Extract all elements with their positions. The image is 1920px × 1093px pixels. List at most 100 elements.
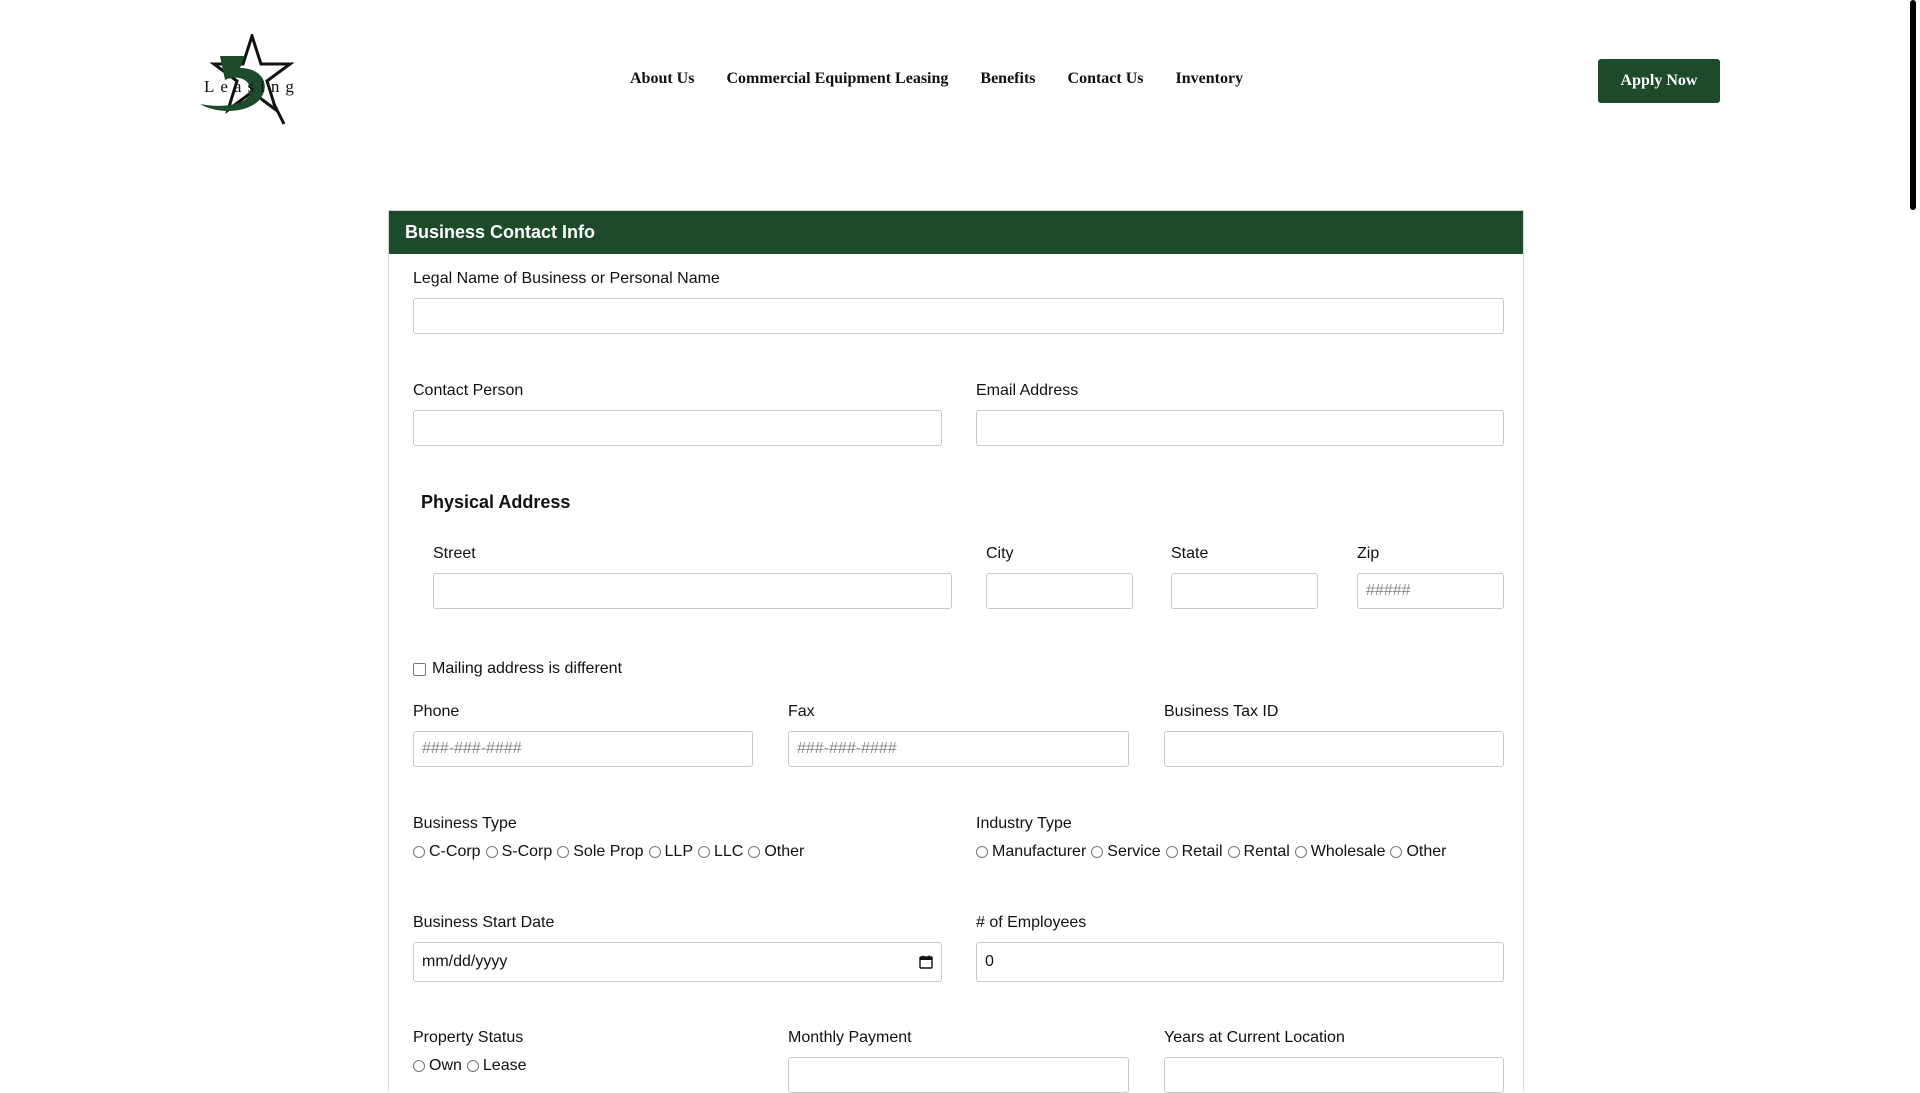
physical-address-title: Physical Address [421,492,571,512]
property-status-option[interactable]: Lease [466,1057,527,1075]
industry-type-option[interactable]: Retail [1165,843,1223,861]
radio-service[interactable] [1091,846,1104,858]
page-scrollbar[interactable] [1900,0,1920,1080]
tax-id-field: Business Tax ID [1164,703,1504,767]
industry-type-option[interactable]: Rental [1227,843,1290,861]
main-nav: About Us Commercial Equipment Leasing Be… [630,70,1275,88]
contact-person-field: Contact Person [413,382,942,446]
email-input[interactable] [976,410,1504,446]
radio-rental[interactable] [1227,846,1240,858]
property-status-options: Own Lease [413,1057,753,1075]
radio-s-corp[interactable] [485,846,498,858]
start-date-field: Business Start Date mm/dd/yyyy [413,914,942,982]
contact-person-input[interactable] [413,410,942,446]
radio-own[interactable] [413,1060,425,1072]
years-location-label: Years at Current Location [1164,1029,1345,1046]
five-star-leasing-logo[interactable]: Leasing [190,34,315,126]
business-type-option[interactable]: LLC [697,843,744,861]
radio-c-corp[interactable] [413,846,425,858]
radio-retail[interactable] [1165,846,1178,858]
option-label: LLC [713,843,744,860]
phone-input[interactable]: ###-###-#### [413,731,753,767]
nav-commercial-equipment-leasing[interactable]: Commercial Equipment Leasing [726,70,948,88]
legal-name-input[interactable] [413,298,1504,334]
option-label: S-Corp [501,843,553,860]
city-field: City [986,545,1133,609]
option-label: LLP [664,843,693,860]
nav-contact-us[interactable]: Contact Us [1068,70,1144,88]
zip-placeholder: ##### [1366,582,1411,599]
option-label: Other [1406,843,1447,860]
fax-label: Fax [788,703,815,720]
nav-about-us[interactable]: About Us [630,70,694,88]
street-input[interactable] [433,573,952,609]
street-field: Street [433,545,952,609]
radio-lease[interactable] [466,1060,479,1072]
radio-wholesale[interactable] [1294,846,1307,858]
fax-input[interactable]: ###-###-#### [788,731,1129,767]
business-type-option[interactable]: LLP [648,843,693,861]
city-label: City [986,545,1014,562]
option-label: Sole Prop [573,843,644,860]
section-header: Business Contact Info [389,211,1523,254]
site-header: Leasing About Us Commercial Equipment Le… [0,0,1900,160]
mailing-different-row: Mailing address is different [413,660,622,678]
industry-type-option[interactable]: Manufacturer [976,843,1086,861]
application-form: Business Contact Info Legal Name of Busi… [388,210,1524,1093]
option-label: Retail [1181,843,1223,860]
mailing-different-checkbox[interactable] [413,662,426,676]
zip-input[interactable]: ##### [1357,573,1504,609]
start-date-label: Business Start Date [413,914,555,931]
years-location-field: Years at Current Location [1164,1029,1504,1093]
monthly-payment-label: Monthly Payment [788,1029,912,1046]
phone-label: Phone [413,703,460,720]
start-date-placeholder: mm/dd/yyyy [422,953,508,970]
radio-llp[interactable] [648,846,661,858]
fax-field: Fax ###-###-#### [788,703,1129,767]
business-type-option[interactable]: C-Corp [413,843,481,861]
years-location-input[interactable] [1164,1057,1504,1093]
employees-field: # of Employees 0 [976,914,1504,982]
tax-id-input[interactable] [1164,731,1504,767]
industry-type-option[interactable]: Wholesale [1294,843,1385,861]
state-label: State [1171,545,1209,562]
business-type-option[interactable]: S-Corp [485,843,553,861]
radio-llc[interactable] [697,846,710,858]
radio-sole-prop[interactable] [557,846,570,858]
radio-manufacturer[interactable] [976,846,988,858]
business-type-option[interactable]: Other [748,843,804,861]
start-date-input[interactable]: mm/dd/yyyy [413,942,942,982]
business-type-options: C-Corp S-Corp Sole Prop LLP LLC Other [413,843,942,861]
property-status-field: Property Status Own Lease [413,1029,753,1075]
industry-type-field: Industry Type Manufacturer Service Retai… [976,815,1504,861]
property-status-option[interactable]: Own [413,1057,462,1075]
business-type-option[interactable]: Sole Prop [557,843,644,861]
calendar-icon[interactable] [919,955,933,969]
state-input[interactable] [1171,573,1318,609]
legal-name-label: Legal Name of Business or Personal Name [413,270,720,287]
contact-person-label: Contact Person [413,382,524,399]
radio-other[interactable] [748,846,761,858]
nav-inventory[interactable]: Inventory [1176,70,1244,88]
option-label: Rental [1243,843,1290,860]
scrollbar-thumb[interactable] [1910,0,1916,210]
option-label: Service [1107,843,1161,860]
city-input[interactable] [986,573,1133,609]
option-label: Own [429,1057,462,1074]
logo-text: Leasing [204,77,300,96]
industry-type-options: Manufacturer Service Retail Rental Whole… [976,843,1504,861]
employees-input[interactable]: 0 [976,942,1504,982]
industry-type-option[interactable]: Service [1091,843,1161,861]
option-label: Other [764,843,805,860]
state-field: State [1171,545,1318,609]
email-field: Email Address [976,382,1504,446]
nav-benefits[interactable]: Benefits [980,70,1035,88]
option-label: Lease [482,1057,527,1074]
radio-industry-other[interactable] [1390,846,1403,858]
industry-type-option[interactable]: Other [1390,843,1447,861]
apply-now-button[interactable]: Apply Now [1598,59,1720,103]
mailing-different-label[interactable]: Mailing address is different [432,660,622,678]
tax-id-label: Business Tax ID [1164,703,1279,720]
zip-field: Zip ##### [1357,545,1504,609]
monthly-payment-input[interactable] [788,1057,1129,1093]
